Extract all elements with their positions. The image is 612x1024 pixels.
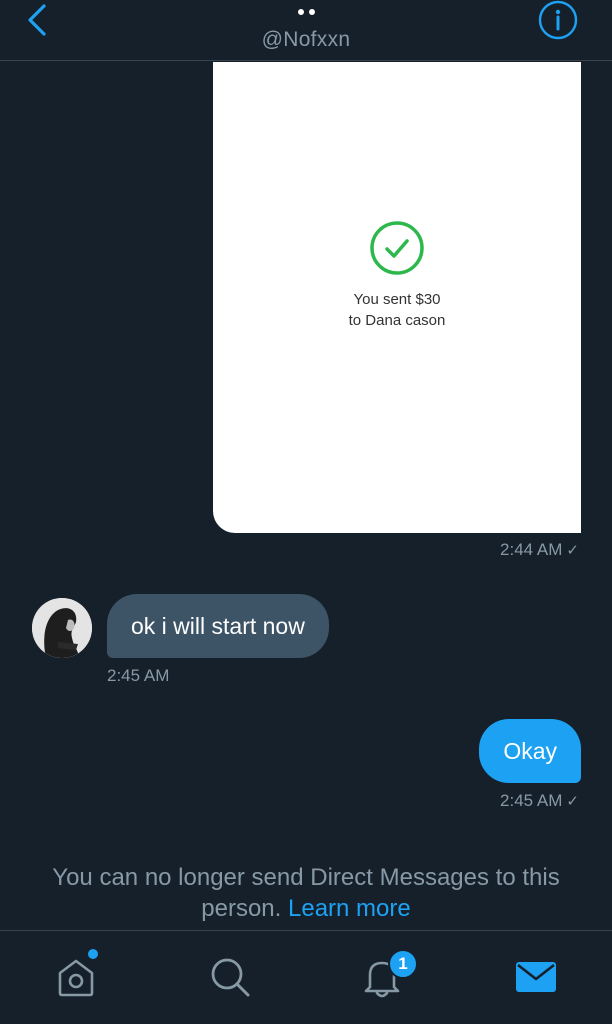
tab-messages[interactable] xyxy=(512,953,560,1001)
timestamp-text: 2:45 AM xyxy=(500,791,563,810)
payment-confirmation-text: You sent $30 to Dana cason xyxy=(213,289,581,331)
new-content-dot xyxy=(88,949,98,959)
timestamp-text: 2:44 AM xyxy=(500,540,563,559)
more-dots-icon[interactable] xyxy=(297,8,317,16)
conversation-header: @Nofxxn xyxy=(0,0,612,61)
tab-notifications[interactable]: 1 xyxy=(358,949,418,1001)
avatar[interactable] xyxy=(32,598,92,658)
payment-amount-line: You sent $30 xyxy=(353,291,441,308)
search-icon xyxy=(211,958,250,997)
bottom-tab-bar: 1 xyxy=(0,930,612,1024)
info-icon xyxy=(538,0,578,40)
tab-home[interactable] xyxy=(52,949,100,1001)
dm-disabled-notice: You can no longer send Direct Messages t… xyxy=(20,862,592,924)
outgoing-timestamp: 2:45 AM ✓ xyxy=(500,791,579,811)
info-button[interactable] xyxy=(538,0,578,40)
message-timestamp: 2:44 AM ✓ xyxy=(500,540,579,560)
sent-check-icon: ✓ xyxy=(566,542,579,559)
incoming-message-bubble[interactable]: ok i will start now xyxy=(107,594,329,658)
incoming-timestamp: 2:45 AM xyxy=(107,666,170,685)
mail-icon xyxy=(516,962,556,992)
sent-check-icon: ✓ xyxy=(566,793,579,810)
check-circle-icon xyxy=(370,221,424,275)
profile-photo xyxy=(32,598,92,658)
outgoing-message-bubble[interactable]: Okay xyxy=(479,719,581,783)
tab-search[interactable] xyxy=(206,953,254,1001)
home-icon xyxy=(58,959,94,997)
payment-recipient-line: to Dana cason xyxy=(348,312,446,329)
conversation-handle[interactable]: @Nofxxn xyxy=(0,28,612,52)
learn-more-link[interactable]: Learn more xyxy=(288,895,411,922)
notifications-badge: 1 xyxy=(388,949,418,979)
payment-screenshot-attachment[interactable]: You sent $30 to Dana cason xyxy=(213,62,581,533)
